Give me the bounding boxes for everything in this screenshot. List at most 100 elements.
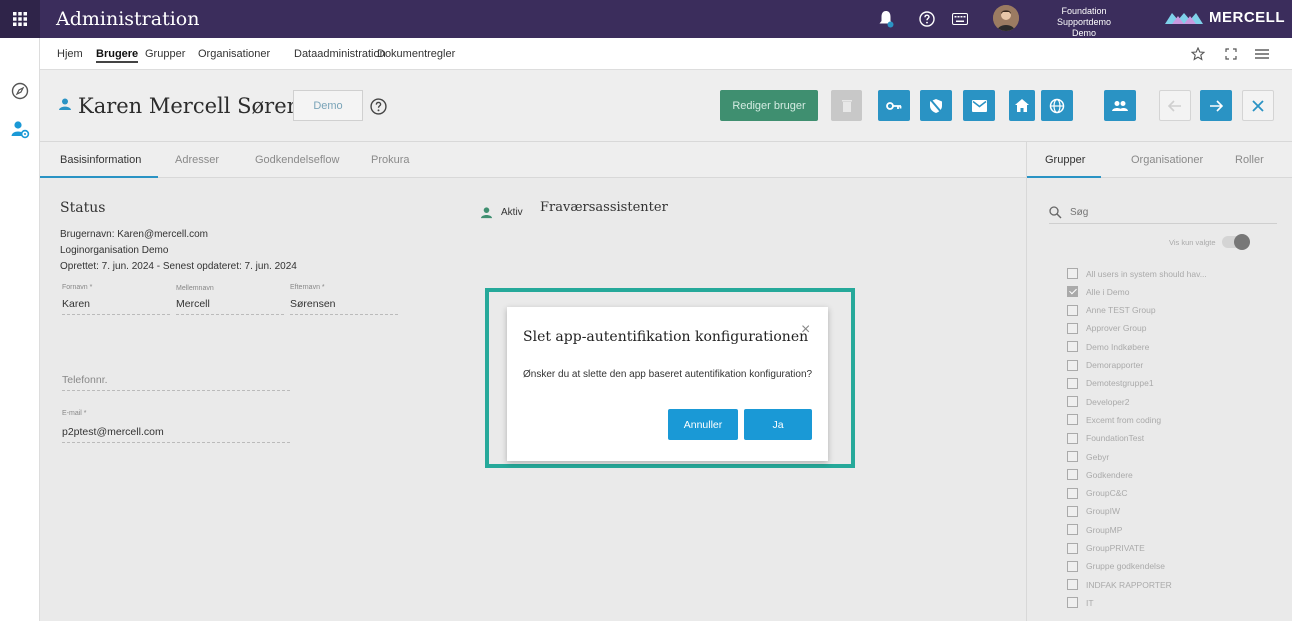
close-button[interactable] <box>1242 90 1274 121</box>
menu-item-dokumentregler[interactable]: Dokumentregler <box>377 48 455 60</box>
group-checkbox[interactable] <box>1067 542 1078 554</box>
cancel-button[interactable]: Annuller <box>668 409 738 440</box>
tab-basisinformation[interactable]: Basisinformation <box>60 154 141 166</box>
user-avatar[interactable] <box>993 5 1019 31</box>
home-button[interactable] <box>1009 90 1035 121</box>
confirm-button[interactable]: Ja <box>744 409 812 440</box>
mail-button[interactable] <box>963 90 995 121</box>
telefon-field[interactable]: Telefonnr. <box>62 374 290 391</box>
group-list-item[interactable]: Anne TEST Group <box>1067 304 1156 316</box>
fullscreen-icon[interactable] <box>1223 46 1239 62</box>
help-circle-icon[interactable] <box>370 98 387 118</box>
fornavn-field[interactable]: Karen <box>62 298 170 315</box>
keyboard-icon[interactable] <box>950 9 970 29</box>
help-icon[interactable] <box>917 9 937 29</box>
compass-icon[interactable] <box>9 80 31 102</box>
edit-user-button[interactable]: Rediger bruger <box>720 90 818 121</box>
group-checkbox[interactable] <box>1067 341 1078 353</box>
confirm-dialog: Slet app-autentifikation konfigurationen… <box>507 307 828 461</box>
group-checkbox[interactable] <box>1067 579 1078 591</box>
delete-button[interactable] <box>831 90 862 121</box>
menu-item-organisationer[interactable]: Organisationer <box>198 48 270 60</box>
group-checkbox[interactable] <box>1067 487 1078 499</box>
menu-item-dataadministration[interactable]: Dataadministration <box>294 48 386 60</box>
dialog-close-icon[interactable]: × <box>801 321 810 339</box>
user-info[interactable]: Foundation Supportdemo Demo <box>1034 6 1134 39</box>
group-list-item[interactable]: All users in system should hav... <box>1067 268 1207 279</box>
active-user-icon <box>480 207 493 219</box>
menu-item-grupper[interactable]: Grupper <box>145 48 185 60</box>
group-list-item[interactable]: Godkendere <box>1067 469 1133 481</box>
user-name: Foundation Supportdemo <box>1056 6 1112 27</box>
star-icon[interactable] <box>1190 46 1206 62</box>
group-list-item[interactable]: FoundationTest <box>1067 432 1144 444</box>
group-list-item[interactable]: Gruppe godkendelse <box>1067 560 1165 572</box>
show-selected-only: Vis kun valgte <box>1169 234 1250 250</box>
email-field[interactable]: p2ptest@mercell.com <box>62 426 290 443</box>
group-list-item[interactable]: IT <box>1067 597 1094 609</box>
previous-button[interactable] <box>1159 90 1191 121</box>
user-settings-icon[interactable] <box>9 118 31 140</box>
group-list-item[interactable]: Gebyr <box>1067 451 1109 462</box>
mercell-logo: MERCELL <box>1165 9 1285 26</box>
show-selected-toggle[interactable] <box>1221 234 1250 250</box>
group-checkbox[interactable] <box>1067 505 1078 517</box>
disable-auth-button[interactable] <box>920 90 952 121</box>
mellemnavn-label: Mellemnavn <box>176 285 214 292</box>
group-checkbox[interactable] <box>1067 322 1078 334</box>
group-list-item[interactable]: Demo Indkøbere <box>1067 341 1149 353</box>
group-users-button[interactable] <box>1104 90 1136 121</box>
app-launcher-icon[interactable] <box>0 0 40 38</box>
group-checkbox[interactable] <box>1067 396 1078 408</box>
tab-godkendelseflow[interactable]: Godkendelseflow <box>255 154 339 166</box>
group-label: Developer2 <box>1086 396 1130 407</box>
group-list-item[interactable]: GroupC&C <box>1067 487 1128 499</box>
group-checkbox[interactable] <box>1067 304 1078 316</box>
org-chip[interactable]: Demo <box>293 90 363 121</box>
tab-adresser[interactable]: Adresser <box>175 154 219 166</box>
group-list-item[interactable]: GroupMP <box>1067 524 1122 536</box>
group-list-item[interactable]: Approver Group <box>1067 322 1147 334</box>
group-checkbox[interactable] <box>1067 524 1078 536</box>
tab-roller[interactable]: Roller <box>1235 154 1264 166</box>
group-list-item[interactable]: INDFAK RAPPORTER <box>1067 579 1172 591</box>
group-checkbox[interactable] <box>1067 268 1078 279</box>
search-icon <box>1049 206 1062 219</box>
group-checkbox[interactable] <box>1067 359 1078 371</box>
active-label: Aktiv <box>501 207 523 218</box>
tab-prokura[interactable]: Prokura <box>371 154 410 166</box>
menu-item-hjem[interactable]: Hjem <box>57 48 83 60</box>
group-checkbox[interactable] <box>1067 451 1078 462</box>
group-checkbox[interactable] <box>1067 432 1078 444</box>
group-checkbox[interactable] <box>1067 597 1078 609</box>
group-label: Approver Group <box>1086 323 1147 334</box>
group-list-item[interactable]: GroupPRIVATE <box>1067 542 1145 554</box>
next-button[interactable] <box>1200 90 1232 121</box>
group-label: GroupPRIVATE <box>1086 543 1145 553</box>
notification-bell-icon[interactable] <box>876 9 896 29</box>
group-list-item[interactable]: Developer2 <box>1067 396 1130 408</box>
tab-grupper[interactable]: Grupper <box>1045 154 1085 166</box>
group-checkbox[interactable] <box>1067 377 1078 389</box>
key-button[interactable] <box>878 90 910 121</box>
globe-button[interactable] <box>1041 90 1073 121</box>
hamburger-menu-icon[interactable] <box>1254 46 1270 62</box>
email-label: E-mail * <box>62 410 87 417</box>
status-heading: Status <box>60 200 106 216</box>
tab-organisationer[interactable]: Organisationer <box>1131 154 1203 166</box>
group-list-item[interactable]: Excemt from coding <box>1067 414 1161 426</box>
efternavn-field[interactable]: Sørensen <box>290 298 398 315</box>
group-list-item[interactable]: Demotestgruppe1 <box>1067 377 1154 389</box>
group-list-item[interactable]: Demorapporter <box>1067 359 1143 371</box>
group-list-item[interactable]: GroupIW <box>1067 505 1120 517</box>
group-checkbox[interactable] <box>1067 560 1078 572</box>
mellemnavn-field[interactable]: Mercell <box>176 298 284 315</box>
group-label: GroupC&C <box>1086 488 1128 499</box>
group-checkbox[interactable] <box>1067 414 1078 426</box>
menu-item-brugere[interactable]: Brugere <box>96 48 139 63</box>
group-checkbox[interactable] <box>1067 469 1078 481</box>
group-label: INDFAK RAPPORTER <box>1086 579 1172 590</box>
group-list-item[interactable]: Alle i Demo <box>1067 286 1129 298</box>
group-checkbox[interactable] <box>1067 286 1078 298</box>
search-input[interactable] <box>1070 207 1250 218</box>
